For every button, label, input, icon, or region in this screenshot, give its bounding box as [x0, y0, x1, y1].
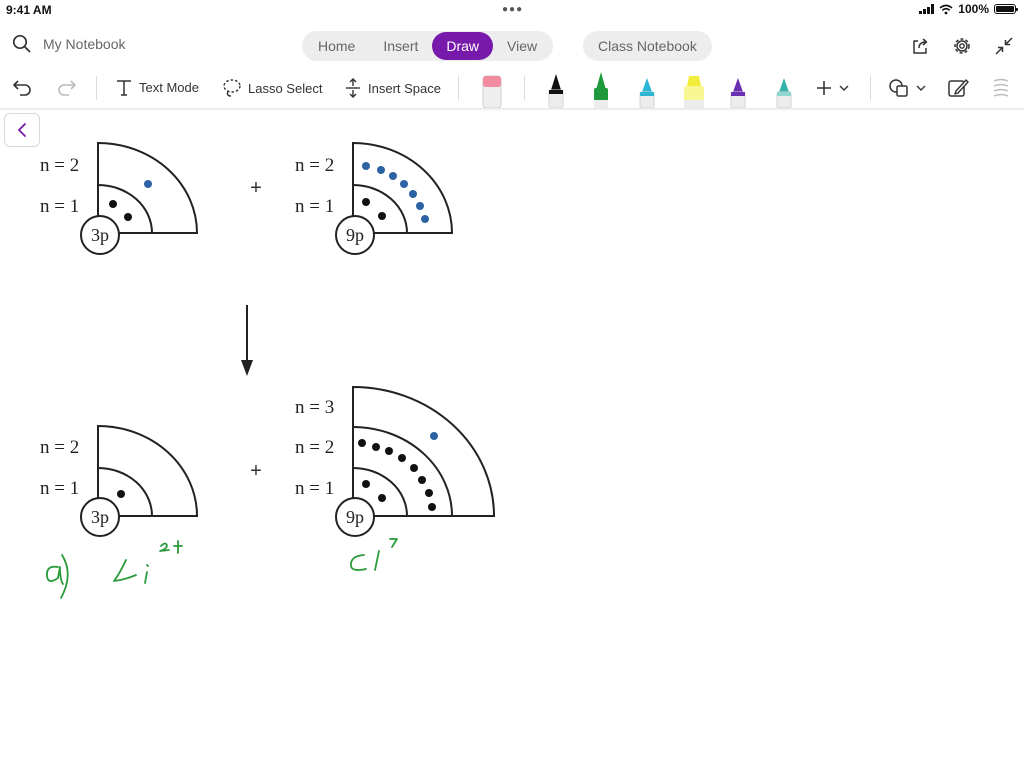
- shell-label-n2: n = 2: [40, 155, 79, 176]
- green-pen-tool[interactable]: [590, 70, 612, 108]
- text-mode-label: Text Mode: [139, 79, 199, 95]
- black-pen-tool[interactable]: [545, 70, 567, 108]
- shapes-button[interactable]: [888, 78, 926, 98]
- share-icon[interactable]: [910, 36, 930, 56]
- toolbar-divider: [870, 76, 871, 100]
- cl-ion-nucleus-label: 9p: [346, 507, 364, 527]
- top-bar: My Notebook Home Insert Draw View Class …: [0, 26, 1024, 66]
- notebook-search[interactable]: My Notebook: [12, 34, 125, 53]
- purple-pen-tool[interactable]: [727, 70, 749, 108]
- shell-label-n2: n = 2: [295, 437, 334, 458]
- cl-electrons-top: [362, 162, 429, 223]
- status-indicators: 100%: [919, 2, 1018, 16]
- search-icon[interactable]: [12, 34, 31, 53]
- draw-toolbar: Text Mode Lasso Select Insert Space: [0, 68, 1024, 108]
- shell-label-n1: n = 1: [40, 478, 79, 499]
- chevron-down-icon: [839, 85, 849, 91]
- ink-to-text-icon[interactable]: [990, 77, 1012, 99]
- redo-icon[interactable]: [55, 77, 77, 97]
- top-actions: [910, 36, 1014, 56]
- ink-to-shape-icon[interactable]: [947, 77, 969, 99]
- cl-nucleus-label: 9p: [346, 225, 364, 245]
- teal-pen-tool[interactable]: [773, 70, 795, 108]
- battery-percent: 100%: [958, 2, 989, 16]
- plus-icon: [817, 81, 831, 95]
- shell-label-n2: n = 2: [295, 155, 334, 176]
- insert-space-button[interactable]: Insert Space: [344, 78, 441, 98]
- add-pen-button[interactable]: [815, 79, 849, 97]
- toolbar-divider: [96, 76, 97, 100]
- handwriting-part-a: a): [46, 554, 69, 599]
- text-mode-button[interactable]: Text Mode: [115, 78, 199, 96]
- insert-space-label: Insert Space: [368, 80, 441, 96]
- shell-label-n2: n = 2: [40, 437, 79, 458]
- collapse-icon[interactable]: [994, 36, 1014, 56]
- status-bar: 9:41 AM ●●● 100%: [0, 0, 1024, 20]
- shell-label-n3: n = 3: [295, 397, 334, 418]
- multitask-dots-icon[interactable]: ●●●: [502, 4, 523, 15]
- lasso-select-button[interactable]: Lasso Select: [222, 78, 322, 98]
- shell-label-n1: n = 1: [295, 196, 334, 217]
- shapes-icon: [889, 79, 908, 97]
- ribbon-tabs: Home Insert Draw View: [302, 31, 554, 61]
- text-mode-icon: [117, 80, 131, 96]
- search-placeholder: My Notebook: [43, 35, 126, 52]
- notebook-canvas[interactable]: 3p n = 2 n = 1 + 9p n = 2 n = 1 3p n = 2…: [0, 111, 1024, 768]
- shell-label-n1: n = 1: [295, 478, 334, 499]
- plus-sign: +: [250, 177, 262, 199]
- lasso-icon: [223, 79, 241, 97]
- li-electrons: [109, 180, 152, 221]
- cyan-pen-tool[interactable]: [636, 70, 658, 108]
- signal-icon: [919, 4, 935, 14]
- tab-class-notebook[interactable]: Class Notebook: [583, 31, 712, 61]
- toolbar-divider: [458, 76, 459, 100]
- handwriting-cl: Cl -: [350, 538, 398, 571]
- cl-atom-diagram-top: [352, 141, 454, 234]
- li-atom-diagram: [97, 141, 199, 234]
- lasso-select-label: Lasso Select: [248, 80, 323, 96]
- cl-ion-diagram: [352, 385, 496, 517]
- tab-draw[interactable]: Draw: [432, 32, 494, 60]
- tab-insert[interactable]: Insert: [369, 32, 432, 60]
- li-ion-nucleus-label: 3p: [91, 507, 109, 527]
- wifi-icon: [939, 4, 953, 14]
- reaction-arrow: [241, 305, 253, 376]
- li-nucleus-label: 3p: [91, 225, 109, 245]
- insert-space-icon: [346, 78, 360, 98]
- undo-icon[interactable]: [12, 77, 34, 97]
- cl-ion-electrons: [358, 432, 438, 511]
- toolbar-divider: [524, 76, 525, 100]
- tab-home[interactable]: Home: [304, 32, 369, 60]
- plus-sign: +: [250, 460, 262, 482]
- yellow-highlighter-tool[interactable]: [681, 70, 707, 108]
- gear-icon[interactable]: [952, 36, 972, 56]
- chevron-down-icon: [916, 85, 926, 91]
- shell-label-n1: n = 1: [40, 196, 79, 217]
- battery-icon: [994, 4, 1018, 14]
- eraser-tool[interactable]: [480, 70, 504, 108]
- status-time: 9:41 AM: [6, 3, 52, 17]
- li-ion-electron: [117, 490, 125, 498]
- tab-view[interactable]: View: [493, 32, 551, 60]
